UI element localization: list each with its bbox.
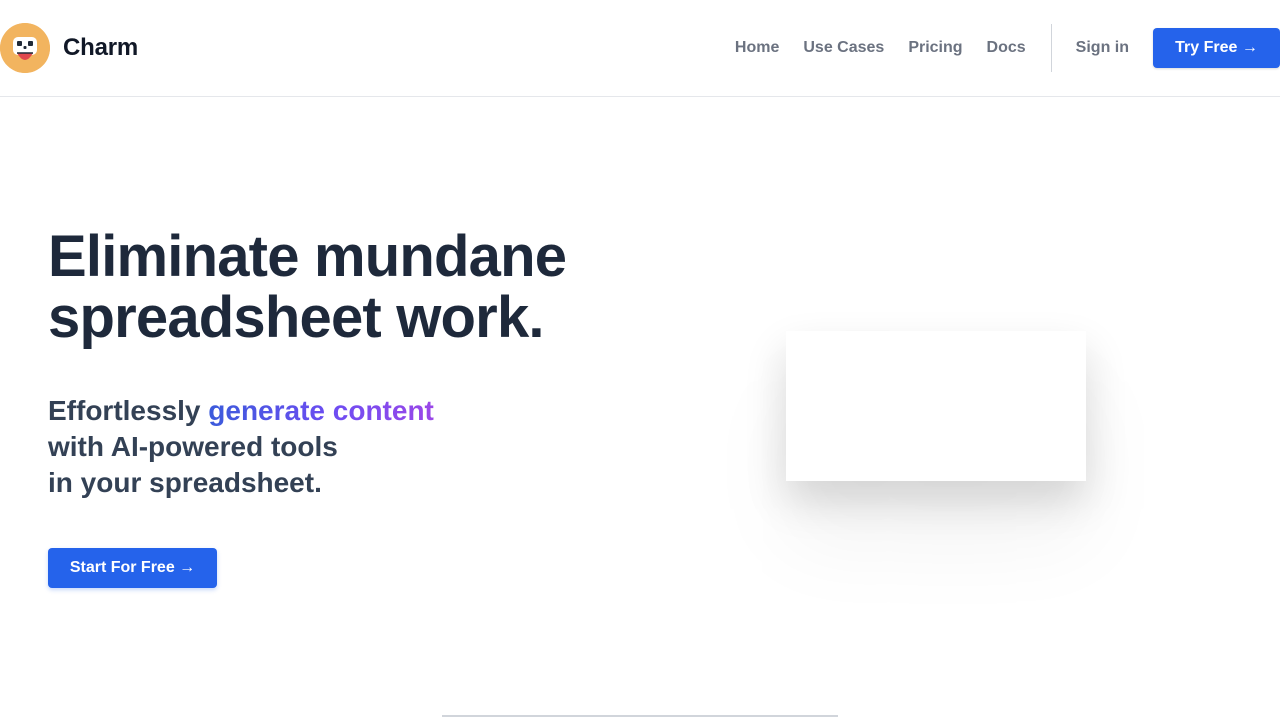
main-nav: Home Use Cases Pricing Docs Sign in Try … [735, 24, 1280, 72]
nav-link-use-cases[interactable]: Use Cases [803, 28, 884, 68]
hero-subtitle-line-2: with AI-powered tools [48, 431, 338, 462]
section-divider [442, 715, 838, 717]
sign-in-link[interactable]: Sign in [1076, 28, 1129, 68]
nav-divider [1050, 24, 1052, 72]
brand-logo-link[interactable]: Charm [0, 23, 138, 73]
hero-subtitle: Effortlessly generate content with AI-po… [48, 393, 568, 501]
start-for-free-button[interactable]: Start For Free → [48, 548, 217, 588]
nav-link-docs[interactable]: Docs [987, 28, 1026, 68]
hero-title: Eliminate mundane spreadsheet work. [48, 226, 608, 348]
site-header: Charm Home Use Cases Pricing Docs Sign i… [0, 0, 1280, 97]
try-free-button[interactable]: Try Free → [1153, 28, 1280, 68]
hero-subtitle-line-3: in your spreadsheet. [48, 467, 322, 498]
hero-subtitle-prefix: Effortlessly [48, 395, 209, 426]
nav-link-pricing[interactable]: Pricing [908, 28, 962, 68]
landing-page: Charm Home Use Cases Pricing Docs Sign i… [0, 0, 1280, 720]
product-preview-card [786, 331, 1086, 481]
brand-name: Charm [63, 34, 139, 61]
nav-link-home[interactable]: Home [735, 28, 779, 68]
hero-title-line-1: Eliminate mundane [48, 224, 567, 289]
hero-subtitle-highlight: generate content [208, 395, 434, 426]
charm-mascot-icon [0, 23, 50, 73]
hero-title-line-2: spreadsheet work. [48, 285, 545, 350]
